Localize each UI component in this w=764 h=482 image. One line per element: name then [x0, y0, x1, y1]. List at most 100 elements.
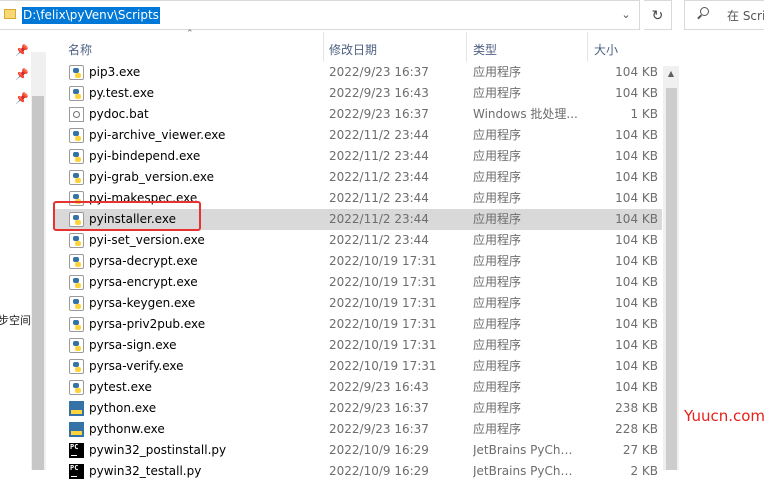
file-name: pywin32_postinstall.py	[89, 443, 227, 457]
python-exe-icon	[69, 170, 84, 185]
file-date: 2022/11/2 23:44	[329, 170, 429, 184]
scroll-up-icon[interactable]: ▲	[666, 69, 676, 79]
file-row[interactable]: pyi-archive_viewer.exe 2022/11/2 23:44 应用程…	[54, 125, 662, 146]
file-date: 2022/9/23 16:37	[329, 422, 429, 436]
python-exe-icon	[69, 380, 84, 395]
file-date: 2022/11/2 23:44	[329, 212, 429, 226]
file-row[interactable]: pyrsa-sign.exe 2022/10/19 17:31 应用程序 104 KB	[54, 335, 662, 356]
file-size: 104 KB	[615, 359, 658, 373]
column-divider[interactable]	[323, 32, 324, 62]
file-type: 应用程序	[473, 254, 522, 268]
file-date: 2022/11/2 23:44	[329, 128, 429, 142]
file-size: 228 KB	[615, 422, 658, 436]
search-input[interactable]: 在 Scri	[684, 0, 764, 30]
file-type: 应用程序	[473, 359, 522, 373]
file-name: pyrsa-encrypt.exe	[89, 275, 198, 289]
file-name: pyrsa-priv2pub.exe	[89, 317, 206, 331]
file-type: JetBrains PyChar...	[473, 464, 578, 478]
file-name: pyi-archive_viewer.exe	[89, 128, 226, 142]
file-row[interactable]: pyrsa-encrypt.exe 2022/10/19 17:31 应用程序 104…	[54, 272, 662, 293]
file-type: 应用程序	[473, 170, 522, 184]
file-date: 2022/9/23 16:37	[329, 401, 429, 415]
file-row[interactable]: PC pywin32_testall.py 2022/10/9 16:29 JetBr…	[54, 461, 662, 482]
pin-icon[interactable]: 📌	[15, 92, 29, 106]
python-exe-icon	[69, 254, 84, 269]
highlight-box	[53, 201, 201, 231]
column-size[interactable]: 大小	[594, 41, 618, 58]
file-type: 应用程序	[473, 233, 522, 247]
file-row[interactable]: python.exe 2022/9/23 16:37 应用程序 238 KB	[54, 398, 662, 419]
file-name: pydoc.bat	[89, 107, 149, 121]
pycharm-file-icon: PC	[69, 464, 84, 479]
file-name: pyrsa-keygen.exe	[89, 296, 196, 310]
file-row[interactable]: pyrsa-keygen.exe 2022/10/19 17:31 应用程序 104 …	[54, 293, 662, 314]
file-date: 2022/11/2 23:44	[329, 191, 429, 205]
address-bar[interactable]: D:\felix\pyVenv\Scripts ⌄	[0, 0, 640, 30]
file-size: 104 KB	[615, 380, 658, 394]
pin-icon[interactable]: 📌	[15, 44, 29, 58]
file-size: 1 KB	[630, 107, 658, 121]
file-size: 104 KB	[615, 128, 658, 142]
file-size: 104 KB	[615, 212, 658, 226]
chevron-down-icon[interactable]: ⌄	[618, 7, 634, 23]
file-date: 2022/10/19 17:31	[329, 296, 437, 310]
file-size: 104 KB	[615, 191, 658, 205]
column-header: 名称 修改日期 类型 大小	[46, 32, 764, 66]
python-exe-icon	[69, 338, 84, 353]
address-path[interactable]: D:\felix\pyVenv\Scripts	[22, 7, 160, 24]
file-row[interactable]: PC pywin32_postinstall.py 2022/10/9 16:29 J…	[54, 440, 662, 461]
refresh-icon: ↻	[651, 8, 664, 24]
file-name: pip3.exe	[89, 65, 141, 79]
file-row[interactable]: py.test.exe 2022/9/23 16:43 应用程序 104 KB	[54, 83, 662, 104]
file-row[interactable]: pyi-grab_version.exe 2022/11/2 23:44 应用程序 1…	[54, 167, 662, 188]
file-row[interactable]: pytest.exe 2022/9/23 16:43 应用程序 104 KB	[54, 377, 662, 398]
column-date[interactable]: 修改日期	[329, 41, 377, 58]
column-name[interactable]: 名称	[68, 41, 92, 58]
python-app-icon	[69, 422, 84, 437]
nav-item-label[interactable]: 步空间	[0, 312, 31, 328]
file-list-scrollbar-thumb[interactable]	[666, 88, 677, 470]
file-row[interactable]: pydoc.bat 2022/9/23 16:37 Windows 批处理... 1 …	[54, 104, 662, 125]
refresh-button[interactable]: ↻	[644, 0, 672, 30]
column-type[interactable]: 类型	[473, 41, 497, 58]
nav-scrollbar-thumb[interactable]	[32, 96, 44, 470]
file-name: pyrsa-sign.exe	[89, 338, 177, 352]
file-row[interactable]: pyrsa-priv2pub.exe 2022/10/19 17:31 应用程序 10…	[54, 314, 662, 335]
file-row[interactable]: pyi-bindepend.exe 2022/11/2 23:44 应用程序 104 …	[54, 146, 662, 167]
folder-icon	[4, 9, 16, 19]
sort-up-icon: ⌃	[186, 29, 194, 39]
file-row[interactable]: pythonw.exe 2022/9/23 16:37 应用程序 228 KB	[54, 419, 662, 440]
file-type: 应用程序	[473, 338, 522, 352]
python-exe-icon	[69, 128, 84, 143]
file-row[interactable]: pyrsa-decrypt.exe 2022/10/19 17:31 应用程序 104…	[54, 251, 662, 272]
file-type: 应用程序	[473, 128, 522, 142]
watermark: Yuucn.com	[684, 407, 764, 425]
file-name: pyrsa-decrypt.exe	[89, 254, 198, 268]
file-name: pyi-grab_version.exe	[89, 170, 214, 184]
file-type: 应用程序	[473, 317, 522, 331]
column-divider[interactable]	[587, 32, 588, 62]
file-type: Windows 批处理...	[473, 107, 578, 121]
python-exe-icon	[69, 296, 84, 311]
file-type: 应用程序	[473, 86, 522, 100]
file-type: 应用程序	[473, 212, 522, 226]
file-date: 2022/9/23 16:37	[329, 107, 429, 121]
file-row[interactable]: pyrsa-verify.exe 2022/10/19 17:31 应用程序 104 …	[54, 356, 662, 377]
file-date: 2022/10/9 16:29	[329, 443, 429, 457]
python-app-icon	[69, 401, 84, 416]
pin-icon[interactable]: 📌	[15, 68, 29, 82]
file-size: 104 KB	[615, 275, 658, 289]
pycharm-file-icon: PC	[69, 443, 84, 458]
python-exe-icon	[69, 149, 84, 164]
search-icon	[700, 7, 709, 16]
search-placeholder: 在 Scri	[727, 9, 764, 23]
file-type: 应用程序	[473, 149, 522, 163]
file-row[interactable]: pyi-set_version.exe 2022/11/2 23:44 应用程序 10…	[54, 230, 662, 251]
file-size: 104 KB	[615, 317, 658, 331]
file-size: 104 KB	[615, 296, 658, 310]
file-type: JetBrains PyChar...	[473, 443, 578, 457]
column-divider[interactable]	[466, 32, 467, 62]
file-row[interactable]: pip3.exe 2022/9/23 16:37 应用程序 104 KB	[54, 62, 662, 83]
file-size: 2 KB	[630, 464, 658, 478]
python-exe-icon	[69, 65, 84, 80]
